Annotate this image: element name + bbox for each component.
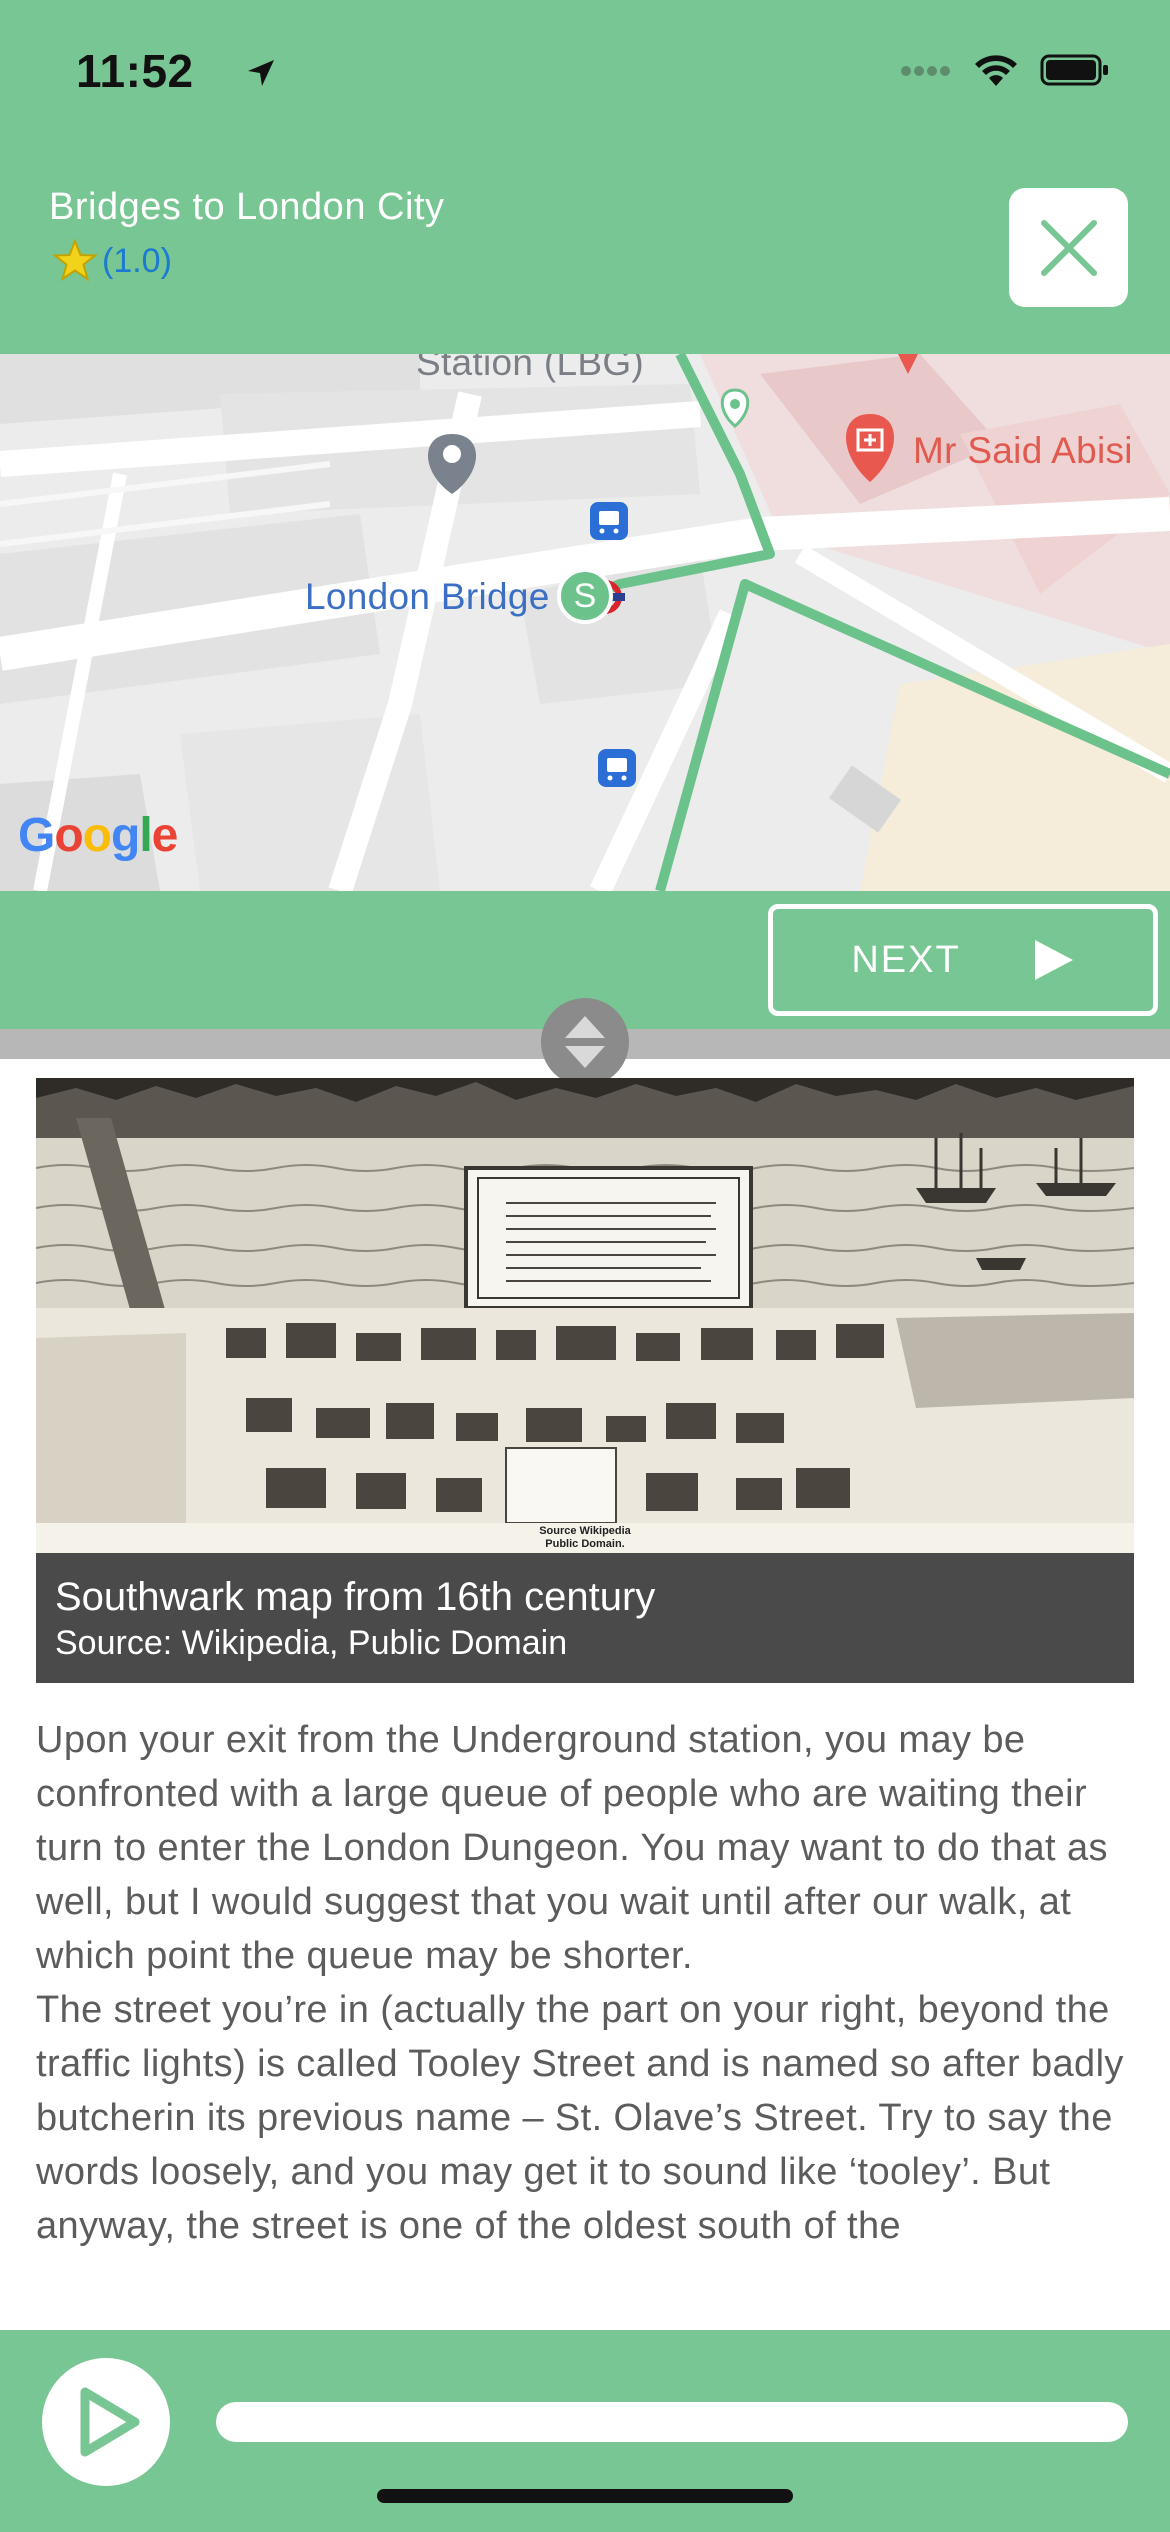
signal-icon [901, 66, 950, 76]
stop-description: Upon your exit from the Underground stat… [36, 1713, 1134, 2253]
google-logo: Google [18, 809, 178, 862]
wifi-icon [975, 55, 1017, 86]
route-map[interactable]: Station (LBG) London Bridge Mr Said Abis… [0, 354, 1170, 891]
bus-stop-icon [598, 749, 636, 787]
play-button[interactable] [42, 2358, 170, 2486]
star-icon [52, 238, 98, 282]
play-icon [80, 2387, 140, 2457]
map-label-poi: Mr Said Abisi [913, 430, 1133, 471]
engraving-illustration [36, 1078, 1134, 1524]
description-paragraph: The street you’re in (actually the part … [36, 1989, 1124, 2247]
location-arrow-icon [248, 60, 274, 86]
close-icon [1040, 219, 1097, 276]
historic-map-image: Source Wikipedia Public Domain. [36, 1078, 1134, 1553]
image-caption: Southwark map from 16th century Source: … [36, 1553, 1134, 1683]
close-button[interactable] [1009, 188, 1128, 307]
start-marker[interactable]: S [557, 568, 613, 624]
status-time: 11:52 [76, 45, 194, 97]
next-button[interactable]: NEXT [768, 904, 1158, 1016]
stop-content: Source Wikipedia Public Domain. Southwar… [36, 1078, 1134, 2253]
bus-stop-icon [590, 502, 628, 540]
figure-source-text: Source Wikipedia Public Domain. [539, 1525, 631, 1550]
figure-source-note: Source Wikipedia Public Domain. [36, 1525, 1134, 1551]
audio-progress-bar[interactable] [216, 2402, 1128, 2442]
battery-icon [1040, 54, 1108, 86]
header-bar: 11:52 Bridges to London City (1.0) [0, 0, 1170, 354]
play-arrow-icon [1034, 940, 1073, 980]
map-label-station: Station (LBG) [416, 354, 645, 383]
caption-subtitle: Source: Wikipedia, Public Domain [55, 1624, 568, 1662]
rating: (1.0) [52, 238, 172, 284]
route-title: Bridges to London City [49, 186, 445, 228]
resize-arrows-icon [565, 1016, 605, 1068]
map-label-london-bridge: London Bridge [305, 576, 550, 617]
caption-title: Southwark map from 16th century [55, 1575, 656, 1619]
home-indicator [377, 2489, 793, 2503]
description-paragraph: Upon your exit from the Underground stat… [36, 1719, 1108, 1977]
next-label: NEXT [851, 938, 961, 981]
rating-value: (1.0) [102, 241, 172, 280]
drag-handle[interactable] [541, 998, 629, 1086]
